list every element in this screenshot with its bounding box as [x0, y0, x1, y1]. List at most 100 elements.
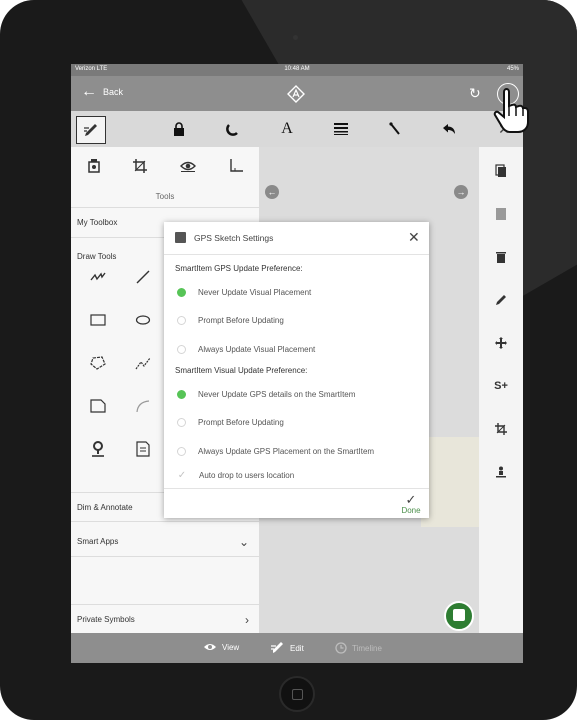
smart-apps-label: Smart Apps: [77, 537, 119, 546]
chevron-right-icon: ›: [245, 613, 249, 627]
settings-gear-icon: [175, 232, 186, 243]
private-symbols-label: Private Symbols: [77, 615, 135, 624]
shape-tool-icon[interactable]: [86, 395, 110, 417]
drawing-toolbar: A ✕: [71, 111, 523, 147]
private-symbols-section[interactable]: Private Symbols ›: [71, 604, 259, 634]
clock-tab-icon: [335, 642, 347, 654]
radio-unselected[interactable]: [177, 446, 186, 456]
trash-icon[interactable]: [479, 246, 523, 268]
tab-timeline[interactable]: Timeline: [335, 642, 382, 654]
copy-icon[interactable]: [479, 160, 523, 182]
save-icon: [453, 609, 465, 621]
corner-angle-icon[interactable]: [229, 158, 243, 176]
gps-option-always[interactable]: Always Update Visual Placement: [177, 342, 315, 356]
map-left-arrow-icon[interactable]: ←: [265, 185, 279, 199]
smart-apps-section[interactable]: Smart Apps ⌄: [71, 527, 259, 557]
person-pin-icon[interactable]: [479, 461, 523, 483]
tap-hand-pointer-icon: [493, 88, 529, 133]
gps-option-never[interactable]: Never Update Visual Placement: [177, 285, 311, 299]
crop-action-icon[interactable]: [479, 418, 523, 440]
edit-tab-icon: [271, 642, 283, 653]
smart-add-icon[interactable]: S+: [479, 375, 523, 397]
visual-option-always[interactable]: Always Update GPS Placement on the Smart…: [177, 444, 374, 458]
tab-edit-label: Edit: [290, 643, 304, 653]
back-label: Back: [103, 87, 124, 97]
freehand-tool-icon[interactable]: [86, 266, 110, 288]
tools-icon-row: [71, 147, 259, 187]
battery-text: 45%: [506, 66, 519, 72]
text-tool-icon[interactable]: A: [276, 119, 298, 139]
pencil-icon[interactable]: [479, 289, 523, 311]
visual-option-label: Always Update GPS Placement on the Smart…: [198, 446, 375, 456]
tab-timeline-label: Timeline: [352, 643, 382, 653]
visual-option-label: Prompt Before Updating: [198, 417, 284, 427]
gps-option-label: Always Update Visual Placement: [198, 344, 316, 354]
radio-selected[interactable]: [177, 389, 186, 399]
auto-drop-checkbox[interactable]: ✓ Auto drop to users location: [177, 468, 294, 482]
location-pin-icon[interactable]: [86, 438, 110, 460]
save-fab-button[interactable]: [444, 601, 474, 631]
polyline-tool-icon[interactable]: [131, 352, 155, 374]
done-label: Done: [401, 506, 421, 515]
visual-option-prompt[interactable]: Prompt Before Updating: [177, 415, 284, 429]
visual-option-never[interactable]: Never Update GPS details on the SmartIte…: [177, 387, 355, 401]
tab-edit[interactable]: Edit: [271, 642, 304, 654]
nav-bar: ← Back ↻: [71, 76, 523, 111]
document-tool-icon[interactable]: [131, 438, 155, 460]
map-right-arrow-icon[interactable]: →: [454, 185, 468, 199]
back-button[interactable]: ← Back: [81, 84, 123, 100]
back-arrow-icon: ←: [81, 83, 97, 100]
edit-mode-icon[interactable]: [76, 116, 106, 144]
dialog-footer: ✓ Done: [164, 488, 429, 519]
paste-icon[interactable]: [479, 203, 523, 225]
gps-pref-label: SmartItem GPS Update Preference:: [175, 264, 303, 273]
tools-label: Tools: [71, 187, 259, 208]
gps-option-prompt[interactable]: Prompt Before Updating: [177, 313, 284, 327]
radio-unselected[interactable]: [177, 417, 186, 427]
crop-icon[interactable]: [132, 158, 147, 176]
home-square-icon: [292, 689, 303, 700]
tab-view[interactable]: View: [203, 642, 239, 652]
move-icon[interactable]: [479, 332, 523, 354]
done-check-icon: ✓: [405, 492, 417, 507]
radio-unselected[interactable]: [177, 315, 186, 325]
chevron-down-icon: ⌄: [238, 535, 249, 549]
eye-icon[interactable]: [179, 160, 196, 175]
map-patch: [421, 437, 479, 527]
clock-text: 10:48 AM: [284, 66, 310, 72]
status-bar: Verizon LTE 10:48 AM 45%: [71, 64, 523, 76]
lock-icon[interactable]: [168, 119, 190, 139]
radio-selected[interactable]: [177, 287, 186, 297]
line-weight-icon[interactable]: [330, 119, 352, 139]
gps-option-label: Prompt Before Updating: [198, 315, 284, 325]
polygon-tool-icon[interactable]: [86, 352, 110, 374]
visual-pref-label: SmartItem Visual Update Preference:: [175, 366, 308, 375]
home-button[interactable]: [279, 676, 315, 712]
magnet-icon[interactable]: [222, 119, 244, 139]
done-button[interactable]: ✓ Done: [398, 493, 424, 515]
bottom-tab-bar: View Edit Timeline: [71, 633, 523, 663]
front-camera: [293, 35, 298, 40]
gps-sketch-settings-dialog: GPS Sketch Settings ✕ SmartItem GPS Upda…: [164, 222, 429, 518]
refresh-icon[interactable]: ↻: [469, 85, 481, 102]
layers-icon[interactable]: [87, 158, 100, 176]
dialog-title: GPS Sketch Settings: [194, 233, 274, 243]
checkmark-icon: ✓: [177, 469, 187, 481]
rectangle-tool-icon[interactable]: [86, 309, 110, 331]
eye-tab-icon: [204, 644, 216, 650]
radio-unselected[interactable]: [177, 344, 186, 354]
line-tool-icon[interactable]: [131, 266, 155, 288]
close-icon[interactable]: ✕: [408, 229, 420, 246]
arc-tool-icon[interactable]: [131, 395, 155, 417]
visual-option-label: Never Update GPS details on the SmartIte…: [198, 389, 356, 399]
dialog-header: GPS Sketch Settings ✕: [164, 222, 429, 255]
auto-drop-label: Auto drop to users location: [199, 470, 295, 480]
pen-icon[interactable]: [384, 119, 406, 139]
actions-panel: S+: [479, 147, 523, 633]
tab-view-label: View: [222, 642, 240, 652]
gps-option-label: Never Update Visual Placement: [198, 287, 312, 297]
tablet-device: Verizon LTE 10:48 AM 45% ← Back ↻ A Tool…: [0, 0, 577, 720]
app-logo-icon: [287, 85, 305, 103]
ellipse-tool-icon[interactable]: [131, 309, 155, 331]
undo-icon[interactable]: [438, 119, 460, 139]
